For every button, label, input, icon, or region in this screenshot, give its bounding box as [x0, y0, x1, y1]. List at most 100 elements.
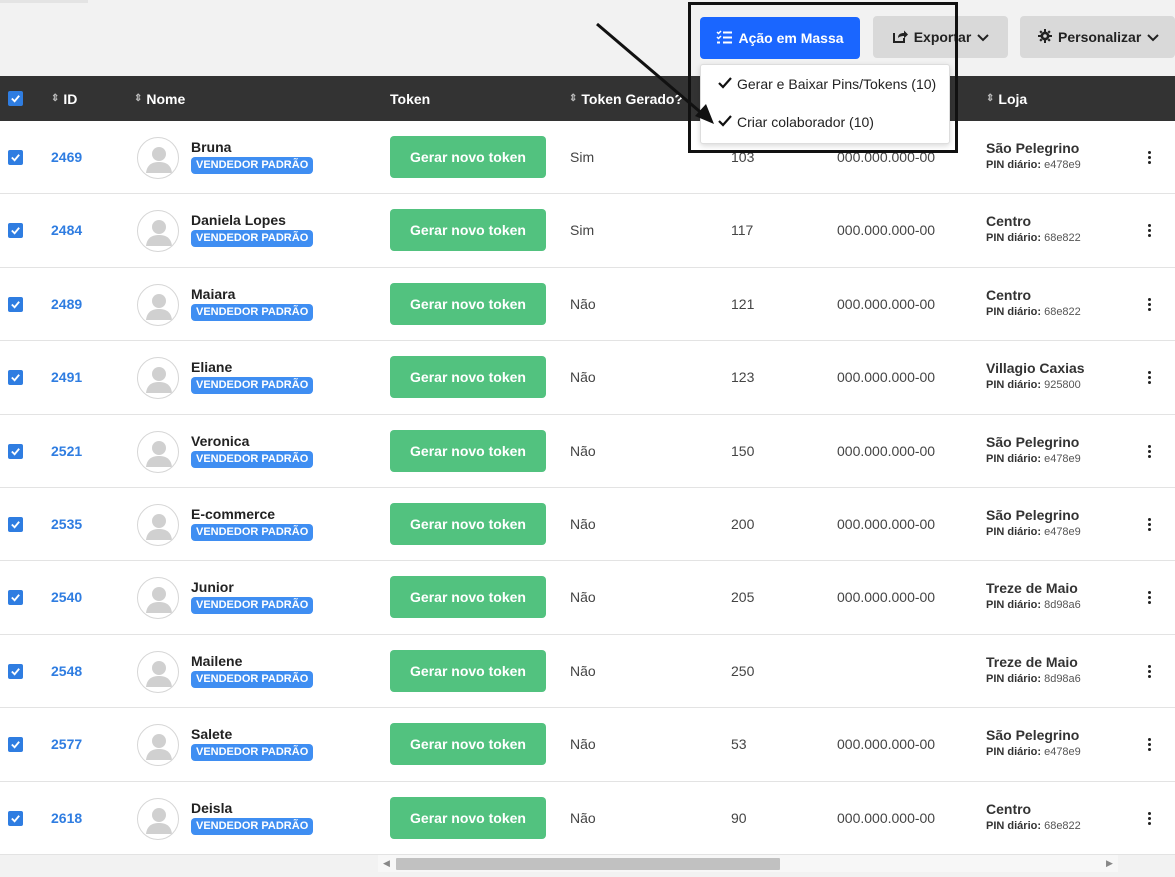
table-row: 2577 Salete VENDEDOR PADRÃO Gerar novo t… — [0, 708, 1175, 782]
store-cell: Centro PIN diário: 68e822 — [986, 800, 1081, 833]
employee-name: Maiara — [191, 285, 236, 302]
daily-pin: PIN diário: e478e9 — [986, 746, 1081, 759]
row-id-link[interactable]: 2489 — [51, 296, 82, 312]
column-header-token-gerado[interactable]: ⇕ Token Gerado? — [569, 76, 683, 121]
employee-name: Eliane — [191, 359, 233, 376]
column-header-token: Token — [390, 76, 430, 121]
daily-pin-label: PIN diário: — [986, 452, 1042, 465]
employee-number: 90 — [731, 809, 747, 826]
scroll-left-icon[interactable]: ◀ — [383, 858, 390, 869]
generate-token-button[interactable]: Gerar novo token — [390, 282, 546, 325]
column-header-token-label: Token — [390, 90, 431, 107]
row-checkbox[interactable] — [8, 737, 23, 753]
row-checkbox[interactable] — [8, 443, 23, 459]
daily-pin-label: PIN diário: — [986, 746, 1042, 759]
daily-pin-label: PIN diário: — [986, 232, 1042, 245]
role-badge: VENDEDOR PADRÃO — [191, 450, 314, 468]
token-generated-value: Não — [570, 736, 596, 753]
employee-number: 117 — [731, 222, 754, 239]
kebab-menu-icon[interactable] — [1143, 738, 1155, 752]
customize-button[interactable]: Personalizar — [1020, 16, 1175, 58]
row-id-link[interactable]: 2540 — [51, 589, 82, 605]
employee-name-cell: E-commerce VENDEDOR PADRÃO — [191, 507, 314, 541]
dropdown-item-generate-pins[interactable]: Gerar e Baixar Pins/Tokens (10) — [701, 65, 949, 103]
employee-name-cell: Deisla VENDEDOR PADRÃO — [191, 800, 314, 835]
column-header-loja[interactable]: ⇕ Loja — [986, 76, 1027, 121]
row-checkbox[interactable] — [8, 590, 23, 606]
row-checkbox[interactable] — [8, 223, 23, 239]
generate-token-button[interactable]: Gerar novo token — [390, 723, 546, 766]
corner-tab — [0, 0, 88, 3]
employee-name-cell: Eliane VENDEDOR PADRÃO — [191, 359, 314, 395]
table-row: 2484 Daniela Lopes VENDEDOR PADRÃO Gerar… — [0, 194, 1175, 268]
row-checkbox[interactable] — [8, 810, 23, 826]
row-id-link[interactable]: 2469 — [51, 149, 82, 165]
kebab-menu-icon[interactable] — [1143, 371, 1155, 385]
horizontal-scrollbar[interactable]: ◀ ▶ — [378, 855, 1118, 872]
row-id-link[interactable]: 2548 — [51, 663, 82, 679]
avatar-icon — [137, 724, 179, 767]
row-id-link[interactable]: 2577 — [51, 736, 82, 752]
generate-token-button[interactable]: Gerar novo token — [390, 796, 546, 839]
row-checkbox[interactable] — [8, 296, 23, 312]
generate-token-button[interactable]: Gerar novo token — [390, 429, 546, 472]
row-id-link[interactable]: 2618 — [51, 810, 82, 826]
select-all-checkbox[interactable] — [8, 91, 23, 106]
dropdown-item-create-collaborator[interactable]: Criar colaborador (10) — [701, 103, 949, 141]
toolbar: Ação em Massa Exportar Personalizar — [0, 0, 1175, 76]
row-checkbox[interactable] — [8, 370, 23, 386]
kebab-menu-icon[interactable] — [1143, 297, 1155, 311]
employee-name-cell: Junior VENDEDOR PADRÃO — [191, 580, 314, 615]
daily-pin-value: e478e9 — [1044, 452, 1081, 465]
row-checkbox[interactable] — [8, 150, 23, 165]
role-badge: VENDEDOR PADRÃO — [191, 303, 314, 321]
mass-action-label: Ação em Massa — [738, 30, 844, 46]
generate-token-button[interactable]: Gerar novo token — [390, 209, 546, 252]
store-name: Centro — [986, 213, 1032, 230]
mass-action-button[interactable]: Ação em Massa — [700, 17, 860, 59]
kebab-menu-icon[interactable] — [1143, 811, 1155, 825]
column-header-id[interactable]: ⇕ ID — [51, 76, 77, 121]
column-header-nome[interactable]: ⇕ Nome — [134, 76, 185, 121]
token-generated-value: Sim — [570, 222, 595, 239]
daily-pin-value: e478e9 — [1044, 746, 1081, 759]
daily-pin: PIN diário: e478e9 — [986, 159, 1081, 172]
kebab-menu-icon[interactable] — [1143, 151, 1155, 164]
kebab-menu-icon[interactable] — [1143, 664, 1155, 678]
daily-pin-value: 8d98a6 — [1044, 672, 1081, 685]
daily-pin: PIN diário: 68e822 — [986, 232, 1081, 245]
store-cell: Treze de Maio PIN diário: 8d98a6 — [986, 581, 1081, 612]
gear-icon — [1038, 28, 1052, 46]
store-cell: Villagio Caxias PIN diário: 925800 — [986, 361, 1085, 392]
generate-token-button[interactable]: Gerar novo token — [390, 503, 546, 545]
daily-pin-value: 68e822 — [1044, 819, 1081, 832]
row-id-link[interactable]: 2491 — [51, 369, 82, 385]
row-id-link[interactable]: 2535 — [51, 516, 82, 532]
row-checkbox[interactable] — [8, 663, 23, 679]
generate-token-button[interactable]: Gerar novo token — [390, 356, 546, 399]
kebab-menu-icon[interactable] — [1143, 444, 1155, 458]
store-name: Villagio Caxias — [986, 360, 1085, 377]
cpf-value: 000.000.000-00 — [837, 369, 936, 386]
row-id-link[interactable]: 2484 — [51, 222, 82, 238]
kebab-menu-icon[interactable] — [1143, 224, 1155, 238]
daily-pin-label: PIN diário: — [986, 819, 1042, 832]
share-icon — [892, 29, 908, 46]
generate-token-button[interactable]: Gerar novo token — [390, 649, 546, 692]
row-checkbox[interactable] — [8, 517, 23, 532]
generate-token-button[interactable]: Gerar novo token — [390, 136, 546, 178]
token-generated-value: Não — [570, 589, 596, 606]
table-header: ⇕ ID ⇕ Nome Token ⇕ Token Gerado? ⇕ Loja — [0, 76, 1175, 121]
kebab-menu-icon[interactable] — [1143, 518, 1155, 531]
kebab-menu-icon[interactable] — [1143, 591, 1155, 605]
row-id-link[interactable]: 2521 — [51, 443, 82, 459]
column-header-id-label: ID — [63, 90, 78, 107]
generate-token-button[interactable]: Gerar novo token — [390, 576, 546, 619]
scroll-right-icon[interactable]: ▶ — [1106, 858, 1113, 869]
token-generated-value: Não — [570, 369, 596, 386]
daily-pin: PIN diário: 8d98a6 — [986, 673, 1081, 686]
export-button[interactable]: Exportar — [873, 16, 1008, 58]
scrollbar-thumb[interactable] — [396, 858, 780, 870]
cpf-value: 000.000.000-00 — [837, 736, 936, 753]
store-name: Centro — [986, 800, 1032, 817]
